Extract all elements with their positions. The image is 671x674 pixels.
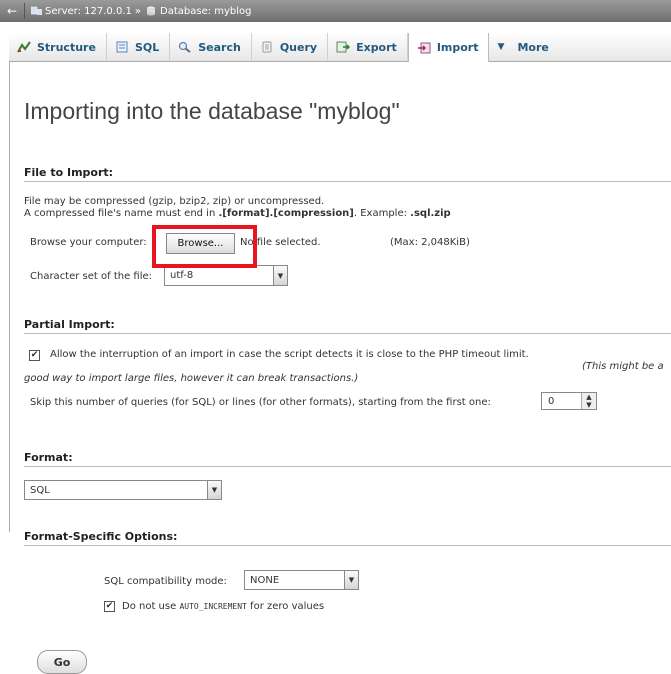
tab-structure[interactable]: Structure bbox=[9, 33, 107, 61]
compat-mode-value: NONE bbox=[250, 574, 280, 586]
export-icon bbox=[336, 41, 351, 53]
tab-import[interactable]: Import bbox=[407, 33, 490, 62]
breadcrumb-bar: ← Server: 127.0.0.1 » Database: myblog bbox=[0, 0, 671, 22]
database-icon bbox=[147, 6, 155, 16]
allow-interrupt-label: Allow the interruption of an import in c… bbox=[50, 349, 529, 360]
tab-sql[interactable]: SQL bbox=[107, 33, 171, 61]
no-auto-increment-label: Do not use AUTO_INCREMENT for zero value… bbox=[122, 601, 325, 612]
search-icon bbox=[179, 41, 191, 53]
chevron-down-icon: ▼ bbox=[344, 571, 358, 589]
compat-mode-label: SQL compatibility mode: bbox=[104, 576, 227, 587]
charset-value: utf-8 bbox=[170, 270, 194, 281]
skip-queries-value: 0 bbox=[548, 395, 555, 407]
spinner-arrows-icon[interactable]: ▲ ▼ bbox=[581, 393, 596, 409]
chevron-down-icon: ▼ bbox=[207, 481, 221, 499]
sql-icon bbox=[116, 41, 128, 53]
tab-export[interactable]: Export bbox=[328, 33, 408, 61]
format-select[interactable]: SQL ▼ bbox=[24, 480, 222, 500]
tab-bar: Structure SQL Search Query Export Import… bbox=[9, 33, 671, 62]
breadcrumb-server[interactable]: Server: 127.0.0.1 bbox=[45, 6, 132, 17]
compat-mode-select[interactable]: NONE ▼ bbox=[244, 570, 359, 590]
tab-more[interactable]: ▼ More bbox=[489, 33, 558, 61]
content-border bbox=[9, 62, 10, 532]
skip-queries-label: Skip this number of queries (for SQL) or… bbox=[30, 397, 491, 408]
browse-label: Browse your computer: bbox=[30, 237, 147, 248]
section-title-format-options: Format-Specific Options: bbox=[24, 530, 671, 546]
max-upload-size: (Max: 2,048KiB) bbox=[390, 237, 470, 248]
chevron-down-icon: ▼ bbox=[273, 266, 287, 285]
section-title-format: Format: bbox=[24, 451, 671, 467]
go-button[interactable]: Go bbox=[37, 650, 87, 674]
breadcrumb-database[interactable]: Database: myblog bbox=[160, 6, 252, 17]
charset-select[interactable]: utf-8 ▼ bbox=[164, 265, 288, 286]
back-arrow-icon[interactable]: ← bbox=[4, 4, 20, 18]
format-value: SQL bbox=[30, 484, 50, 496]
compression-info: File may be compressed (gzip, bzip2, zip… bbox=[24, 196, 325, 207]
structure-icon bbox=[17, 41, 31, 53]
section-title-file-to-import: File to Import: bbox=[24, 166, 671, 182]
divider bbox=[24, 3, 25, 19]
no-auto-increment-checkbox[interactable]: ✔ bbox=[104, 601, 115, 612]
page-title: Importing into the database "myblog" bbox=[24, 98, 400, 124]
allow-interrupt-checkbox[interactable]: ✔ bbox=[29, 350, 40, 361]
allow-interrupt-note: (This might be a good way to import larg… bbox=[24, 361, 664, 384]
charset-label: Character set of the file: bbox=[30, 271, 153, 282]
breadcrumb-separator: » bbox=[134, 5, 141, 17]
server-icon bbox=[31, 6, 42, 15]
highlight-box bbox=[152, 225, 257, 268]
skip-queries-input[interactable]: 0 ▲ ▼ bbox=[541, 392, 597, 410]
compression-format-info: A compressed file's name must end in .[f… bbox=[24, 208, 451, 219]
section-title-partial-import: Partial Import: bbox=[24, 318, 671, 334]
import-icon bbox=[417, 42, 431, 53]
breadcrumb: Server: 127.0.0.1 » Database: myblog bbox=[29, 6, 252, 17]
tab-query[interactable]: Query bbox=[252, 33, 329, 61]
chevron-down-icon: ▼ bbox=[497, 42, 505, 52]
query-icon bbox=[262, 41, 272, 53]
tab-search[interactable]: Search bbox=[170, 33, 252, 61]
